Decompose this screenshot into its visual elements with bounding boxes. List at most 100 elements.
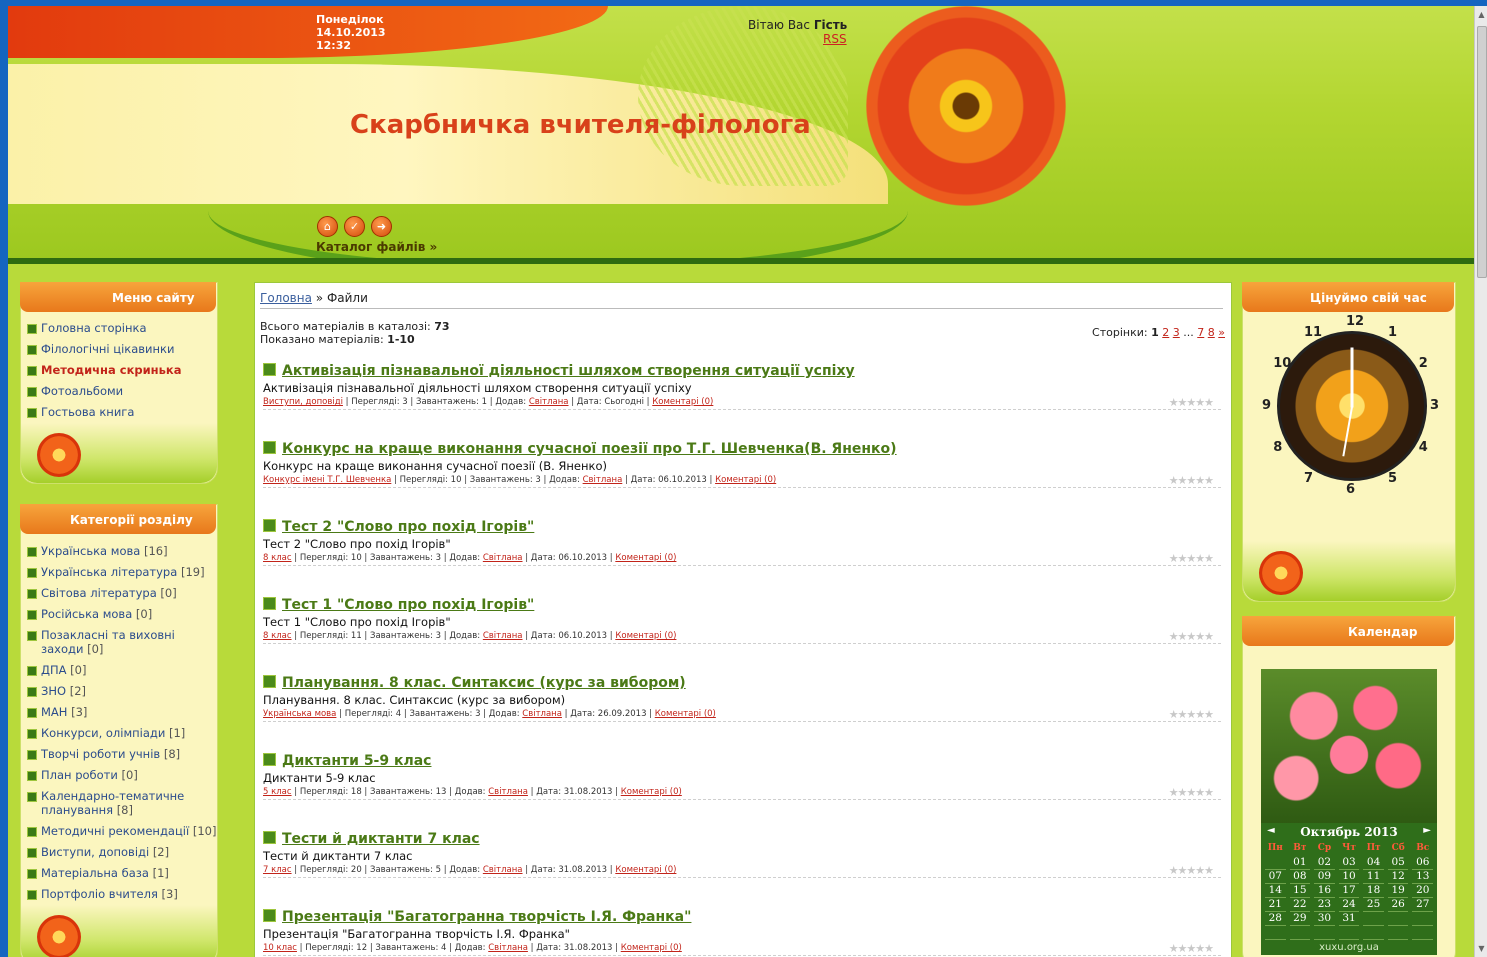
file-comments-link[interactable]: Коментарі (0) <box>715 475 776 485</box>
calendar-day[interactable]: 09 <box>1314 870 1335 884</box>
calendar-day[interactable]: 02 <box>1314 856 1335 870</box>
calendar-day[interactable]: 10 <box>1338 870 1360 884</box>
category-item[interactable]: План роботи [0] <box>27 768 217 782</box>
scroll-down-icon[interactable]: ▼ <box>1477 944 1486 953</box>
calendar-day[interactable]: 07 <box>1265 870 1286 884</box>
calendar-day[interactable]: 15 <box>1289 884 1311 898</box>
file-category-link[interactable]: Виступи, доповіді <box>263 397 343 407</box>
rating-stars-icon[interactable]: ★★★★★ <box>1169 864 1214 877</box>
rating-stars-icon[interactable]: ★★★★★ <box>1169 474 1214 487</box>
category-item[interactable]: Позакласні та виховні заходи [0] <box>27 628 217 656</box>
calendar-day[interactable]: 06 <box>1412 856 1434 870</box>
page-link[interactable]: 2 <box>1162 326 1169 339</box>
file-comments-link[interactable]: Коментарі (0) <box>655 709 716 719</box>
calendar-day[interactable]: 17 <box>1338 884 1360 898</box>
page-link[interactable]: 3 <box>1173 326 1180 339</box>
breadcrumb-home-link[interactable]: Головна <box>260 291 312 305</box>
page-link[interactable]: 7 <box>1197 326 1204 339</box>
calendar-day[interactable]: 14 <box>1265 884 1286 898</box>
rss-link[interactable]: RSS <box>823 32 847 46</box>
calendar-day[interactable]: 22 <box>1289 898 1311 912</box>
file-comments-link[interactable]: Коментарі (0) <box>621 943 682 953</box>
file-title-link[interactable]: Активізація пізнавальної діяльності шлях… <box>263 363 855 379</box>
calendar-day[interactable]: 18 <box>1363 884 1384 898</box>
file-title-link[interactable]: Конкурс на краще виконання сучасної поез… <box>263 441 897 457</box>
file-category-link[interactable]: 10 клас <box>263 943 297 953</box>
page-next-link[interactable]: » <box>1218 326 1225 339</box>
calendar-next-button[interactable]: ► <box>1423 825 1431 836</box>
category-item[interactable]: Портфоліо вчителя [3] <box>27 887 217 901</box>
file-title-link[interactable]: Презентація "Багатогранна творчість І.Я.… <box>263 909 691 925</box>
category-item[interactable]: Російська мова [0] <box>27 607 217 621</box>
category-item[interactable]: ДПА [0] <box>27 663 217 677</box>
category-item[interactable]: Матеріальна база [1] <box>27 866 217 880</box>
category-item[interactable]: ЗНО [2] <box>27 684 217 698</box>
menu-item[interactable]: Головна сторінка <box>27 321 181 335</box>
calendar-day[interactable]: 04 <box>1363 856 1384 870</box>
file-author-link[interactable]: Світлана <box>483 553 523 563</box>
rating-stars-icon[interactable]: ★★★★★ <box>1169 786 1214 799</box>
category-item[interactable]: Конкурси, олімпіади [1] <box>27 726 217 740</box>
calendar-day[interactable]: 28 <box>1265 912 1286 926</box>
calendar-day[interactable]: 13 <box>1412 870 1434 884</box>
scroll-up-icon[interactable]: ▲ <box>1477 10 1486 19</box>
scrollbar-thumb[interactable] <box>1477 26 1487 278</box>
calendar-day[interactable]: 11 <box>1363 870 1384 884</box>
file-category-link[interactable]: 8 клас <box>263 553 292 563</box>
category-item[interactable]: Методичні рекомендації [10] <box>27 824 217 838</box>
home-icon[interactable]: ⌂ <box>317 216 338 237</box>
calendar-day[interactable]: 29 <box>1289 912 1311 926</box>
file-title-link[interactable]: Тести й диктанти 7 клас <box>263 831 480 847</box>
file-author-link[interactable]: Світлана <box>483 631 523 641</box>
calendar-day[interactable]: 03 <box>1338 856 1360 870</box>
calendar-day[interactable]: 24 <box>1338 898 1360 912</box>
file-title-link[interactable]: Планування. 8 клас. Синтаксис (курс за в… <box>263 675 686 691</box>
page-link[interactable]: 8 <box>1208 326 1215 339</box>
file-author-link[interactable]: Світлана <box>583 475 623 485</box>
file-comments-link[interactable]: Коментарі (0) <box>615 553 676 563</box>
rating-stars-icon[interactable]: ★★★★★ <box>1169 942 1214 955</box>
category-item[interactable]: Творчі роботи учнів [8] <box>27 747 217 761</box>
file-author-link[interactable]: Світлана <box>483 865 523 875</box>
file-category-link[interactable]: 5 клас <box>263 787 292 797</box>
category-item[interactable]: Українська мова [16] <box>27 544 217 558</box>
login-icon[interactable]: ➜ <box>371 216 392 237</box>
calendar-day[interactable]: 26 <box>1387 898 1409 912</box>
file-comments-link[interactable]: Коментарі (0) <box>615 631 676 641</box>
file-author-link[interactable]: Світлана <box>522 709 562 719</box>
calendar-day[interactable]: 08 <box>1289 870 1311 884</box>
menu-item[interactable]: Гостьова книга <box>27 405 181 419</box>
rating-stars-icon[interactable]: ★★★★★ <box>1169 630 1214 643</box>
calendar-day[interactable]: 01 <box>1289 856 1311 870</box>
file-comments-link[interactable]: Коментарі (0) <box>615 865 676 875</box>
file-author-link[interactable]: Світлана <box>488 787 528 797</box>
file-category-link[interactable]: Конкурс імені Т.Г. Шевченка <box>263 475 391 485</box>
vertical-scrollbar[interactable]: ▲ ▼ <box>1474 6 1487 957</box>
file-comments-link[interactable]: Коментарі (0) <box>621 787 682 797</box>
file-title-link[interactable]: Тест 1 "Слово про похід Ігорів" <box>263 597 534 613</box>
category-item[interactable]: Календарно-тематичне планування [8] <box>27 789 217 817</box>
calendar-day[interactable]: 23 <box>1314 898 1335 912</box>
file-author-link[interactable]: Світлана <box>488 943 528 953</box>
calendar-day[interactable]: 16 <box>1314 884 1335 898</box>
catalog-link[interactable]: Каталог файлів » <box>316 240 437 254</box>
rating-stars-icon[interactable]: ★★★★★ <box>1169 396 1214 409</box>
calendar-day[interactable]: 25 <box>1363 898 1384 912</box>
check-icon[interactable]: ✓ <box>344 216 365 237</box>
rating-stars-icon[interactable]: ★★★★★ <box>1169 708 1214 721</box>
calendar-day[interactable]: 12 <box>1387 870 1409 884</box>
file-category-link[interactable]: 8 клас <box>263 631 292 641</box>
calendar-day[interactable]: 19 <box>1387 884 1409 898</box>
category-item[interactable]: Світова література [0] <box>27 586 217 600</box>
calendar-day[interactable]: 27 <box>1412 898 1434 912</box>
menu-item[interactable]: Методична скринька <box>27 363 181 377</box>
file-category-link[interactable]: 7 клас <box>263 865 292 875</box>
file-title-link[interactable]: Тест 2 "Слово про похід Ігорів" <box>263 519 534 535</box>
rating-stars-icon[interactable]: ★★★★★ <box>1169 552 1214 565</box>
calendar-day[interactable]: 20 <box>1412 884 1434 898</box>
category-item[interactable]: Українська література [19] <box>27 565 217 579</box>
file-category-link[interactable]: Українська мова <box>263 709 336 719</box>
menu-item[interactable]: Філологічні цікавинки <box>27 342 181 356</box>
file-comments-link[interactable]: Коментарі (0) <box>652 397 713 407</box>
file-author-link[interactable]: Світлана <box>529 397 569 407</box>
